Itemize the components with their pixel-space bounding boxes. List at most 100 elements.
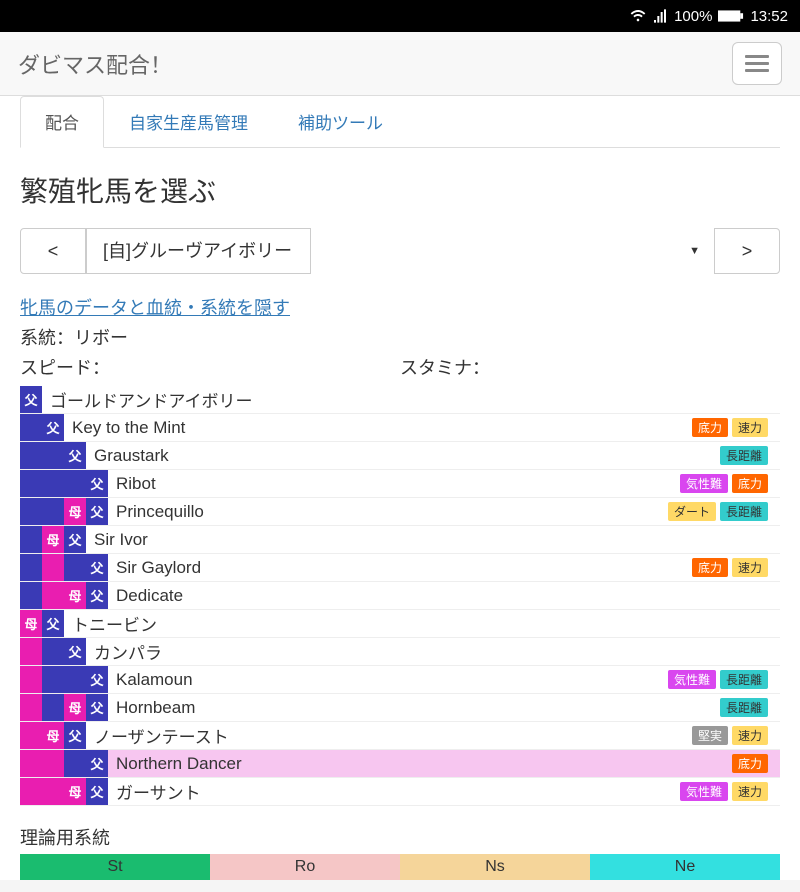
- sire-cell: 父: [42, 610, 64, 637]
- sire-cell: 父: [42, 414, 64, 441]
- sire-cell: 父: [86, 694, 108, 721]
- sire-cell: [20, 470, 42, 497]
- toggle-pedigree-link[interactable]: 牝馬のデータと血統・系統を隠す: [20, 298, 290, 318]
- trait-badge: 底力: [692, 418, 728, 437]
- trait-badge: 気性難: [680, 474, 728, 493]
- trait-badge: ダート: [668, 502, 716, 521]
- sire-cell: 父: [86, 750, 108, 777]
- sire-cell: [20, 582, 42, 609]
- sire-cell: [20, 442, 42, 469]
- traits: 気性難底力: [680, 474, 772, 493]
- trait-badge: 速力: [732, 418, 768, 437]
- sire-cell: [42, 694, 64, 721]
- trait-badge: 堅実: [692, 726, 728, 745]
- dam-cell: 母: [20, 610, 42, 637]
- sire-cell: [42, 498, 64, 525]
- horse-name[interactable]: ノーザンテースト堅実速力: [86, 722, 780, 749]
- theory-title: 理論用系統: [20, 824, 780, 850]
- traits: 底力: [732, 754, 772, 773]
- trait-badge: 速力: [732, 726, 768, 745]
- horse-name[interactable]: Graustark長距離: [86, 442, 780, 469]
- sire-cell: 父: [64, 442, 86, 469]
- tab-配合[interactable]: 配合: [20, 96, 104, 148]
- horse-name[interactable]: Ribot気性難底力: [108, 470, 780, 497]
- theory-cell-St: St: [20, 854, 210, 880]
- dam-cell: [20, 722, 42, 749]
- trait-badge: 長距離: [720, 502, 768, 521]
- sire-cell: [64, 554, 86, 581]
- lineage-text: 系統：リボー: [20, 324, 780, 350]
- sire-cell: 父: [20, 386, 42, 413]
- battery-text: 100%: [674, 8, 712, 25]
- traits: 長距離: [720, 446, 772, 465]
- horse-name[interactable]: ガーサント気性難速力: [108, 778, 780, 805]
- dam-cell: [20, 638, 42, 665]
- sire-cell: [64, 750, 86, 777]
- prev-mare-button[interactable]: <: [20, 228, 86, 274]
- dam-cell: [42, 554, 64, 581]
- trait-badge: 長距離: [720, 670, 768, 689]
- horse-name[interactable]: Dedicate: [108, 582, 780, 609]
- dam-cell: 母: [64, 778, 86, 805]
- signal-icon: [652, 8, 668, 24]
- pedigree-row: 母父ガーサント気性難速力: [20, 778, 780, 806]
- sire-cell: [42, 638, 64, 665]
- app-header: ダビマス配合！: [0, 32, 800, 96]
- horse-name[interactable]: Sir Ivor: [86, 526, 780, 553]
- sire-cell: [20, 498, 42, 525]
- horse-name[interactable]: Princequilloダート長距離: [108, 498, 780, 525]
- horse-name[interactable]: Northern Dancer底力: [108, 750, 780, 777]
- pedigree-row: 母父Dedicate: [20, 582, 780, 610]
- traits: ダート長距離: [668, 502, 772, 521]
- dam-cell: [20, 694, 42, 721]
- dam-cell: 母: [64, 582, 86, 609]
- trait-badge: 速力: [732, 558, 768, 577]
- sire-cell: 父: [64, 722, 86, 749]
- dam-cell: [20, 666, 42, 693]
- section-title: 繁殖牝馬を選ぶ: [20, 170, 780, 210]
- trait-badge: 底力: [692, 558, 728, 577]
- horse-name[interactable]: カンパラ: [86, 638, 780, 665]
- dam-cell: 母: [42, 526, 64, 553]
- horse-name[interactable]: ゴールドアンドアイボリー: [42, 386, 780, 413]
- dam-cell: [42, 582, 64, 609]
- horse-name[interactable]: Hornbeam長距離: [108, 694, 780, 721]
- traits: 底力速力: [692, 418, 772, 437]
- horse-name[interactable]: Key to the Mint底力速力: [64, 414, 780, 441]
- horse-name[interactable]: Sir Gaylord底力速力: [108, 554, 780, 581]
- traits: 気性難長距離: [668, 670, 772, 689]
- horse-name[interactable]: Kalamoun気性難長距離: [108, 666, 780, 693]
- sire-cell: [42, 666, 64, 693]
- pedigree-row: 母父トニービン: [20, 610, 780, 638]
- trait-badge: 底力: [732, 754, 768, 773]
- dam-cell: [42, 778, 64, 805]
- pedigree-row: 父Graustark長距離: [20, 442, 780, 470]
- pedigree-row: 父ゴールドアンドアイボリー: [20, 386, 780, 414]
- sire-cell: 父: [86, 498, 108, 525]
- traits: 長距離: [720, 698, 772, 717]
- pedigree-row: 母父Sir Ivor: [20, 526, 780, 554]
- tab-自家生産馬管理[interactable]: 自家生産馬管理: [104, 96, 273, 147]
- sire-cell: 父: [64, 526, 86, 553]
- pedigree-row: 母父ノーザンテースト堅実速力: [20, 722, 780, 750]
- wifi-icon: [630, 8, 646, 24]
- theory-row: StRoNsNe: [20, 854, 780, 880]
- mare-selector-row: < [自]グルーヴアイボリー >: [20, 228, 780, 274]
- next-mare-button[interactable]: >: [714, 228, 780, 274]
- trait-badge: 長距離: [720, 698, 768, 717]
- tab-補助ツール[interactable]: 補助ツール: [273, 96, 408, 147]
- pedigree-table: 父ゴールドアンドアイボリー父Key to the Mint底力速力父Graust…: [20, 386, 780, 806]
- pedigree-row: 父Key to the Mint底力速力: [20, 414, 780, 442]
- menu-button[interactable]: [732, 42, 782, 85]
- sire-cell: [42, 442, 64, 469]
- app-title[interactable]: ダビマス配合！: [18, 48, 172, 80]
- trait-badge: 気性難: [668, 670, 716, 689]
- horse-name[interactable]: トニービン: [64, 610, 780, 637]
- mare-select[interactable]: [自]グルーヴアイボリー: [86, 228, 311, 274]
- dam-cell: [20, 778, 42, 805]
- pedigree-row: 父Kalamoun気性難長距離: [20, 666, 780, 694]
- trait-badge: 速力: [732, 782, 768, 801]
- pedigree-row: 父Northern Dancer底力: [20, 750, 780, 778]
- battery-icon: [718, 9, 744, 23]
- stat-row: スピード： スタミナ：: [20, 354, 780, 380]
